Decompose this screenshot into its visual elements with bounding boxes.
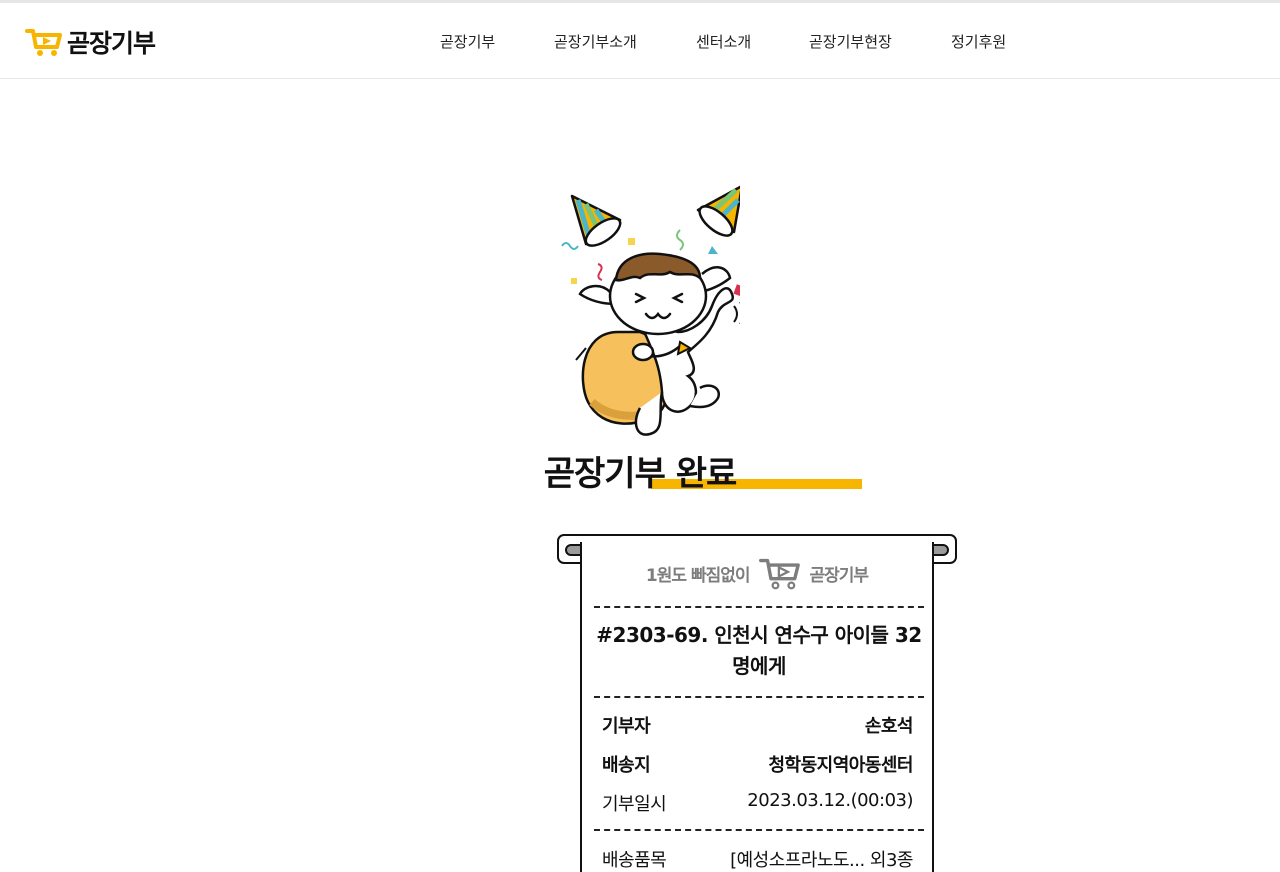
receipt-divider: [594, 696, 924, 698]
site-header: 곧장기부 곧장기부 곧장기부소개 센터소개 곧장기부현장 정기후원: [0, 3, 1280, 79]
nav-item-about[interactable]: 곧장기부소개: [554, 31, 637, 52]
main-nav: 곧장기부 곧장기부소개 센터소개 곧장기부현장 정기후원: [0, 3, 1280, 79]
cart-play-icon: [25, 29, 62, 56]
row-value: 청학동지역아동센터: [768, 755, 913, 776]
receipt-row-items: 배송품목 [예성소프라노도... 외3종: [602, 846, 913, 872]
receipt-slogan: 1원도 빠짐없이: [645, 565, 751, 586]
nav-item-field[interactable]: 곧장기부현장: [809, 31, 892, 52]
logo-text: 곧장기부: [67, 29, 156, 58]
receipt-divider: [594, 829, 924, 831]
row-label: 기부일시: [602, 794, 667, 815]
row-label: 배송지: [602, 755, 651, 776]
receipt-brand: 곧장기부: [809, 565, 870, 586]
row-label: 기부자: [602, 716, 651, 737]
receipt-row-donor: 기부자 손호석: [602, 712, 914, 738]
receipt-project-title: #2303-69. 인천시 연수구 아이들 32명에게: [596, 623, 922, 678]
row-label: 배송품목: [602, 850, 667, 871]
row-value: 손호석: [864, 716, 914, 737]
row-value: [예성소프라노도... 외3종: [730, 850, 913, 871]
nav-item-regular[interactable]: 정기후원: [951, 31, 1006, 52]
page-title: 곧장기부 완료: [543, 454, 738, 494]
site-logo[interactable]: 곧장기부: [25, 24, 156, 60]
cart-play-icon: [758, 558, 800, 590]
row-value: 2023.03.12.(00:03): [747, 790, 913, 811]
receipt-divider: [594, 606, 924, 608]
nav-item-centers[interactable]: 센터소개: [696, 31, 751, 52]
donation-receipt: 1원도 빠짐없이 곧장기부 #2303-69. 인천시 연수구 아이들 32명에…: [580, 542, 934, 872]
receipt-row-datetime: 기부일시 2023.03.12.(00:03): [602, 790, 913, 816]
receipt-row-destination: 배송지 청학동지역아동센터: [602, 751, 913, 777]
nav-item-donate[interactable]: 곧장기부: [440, 31, 495, 52]
receipt-header: 1원도 빠짐없이 곧장기부: [582, 556, 932, 590]
celebrating-goat-illustration: [561, 185, 740, 436]
